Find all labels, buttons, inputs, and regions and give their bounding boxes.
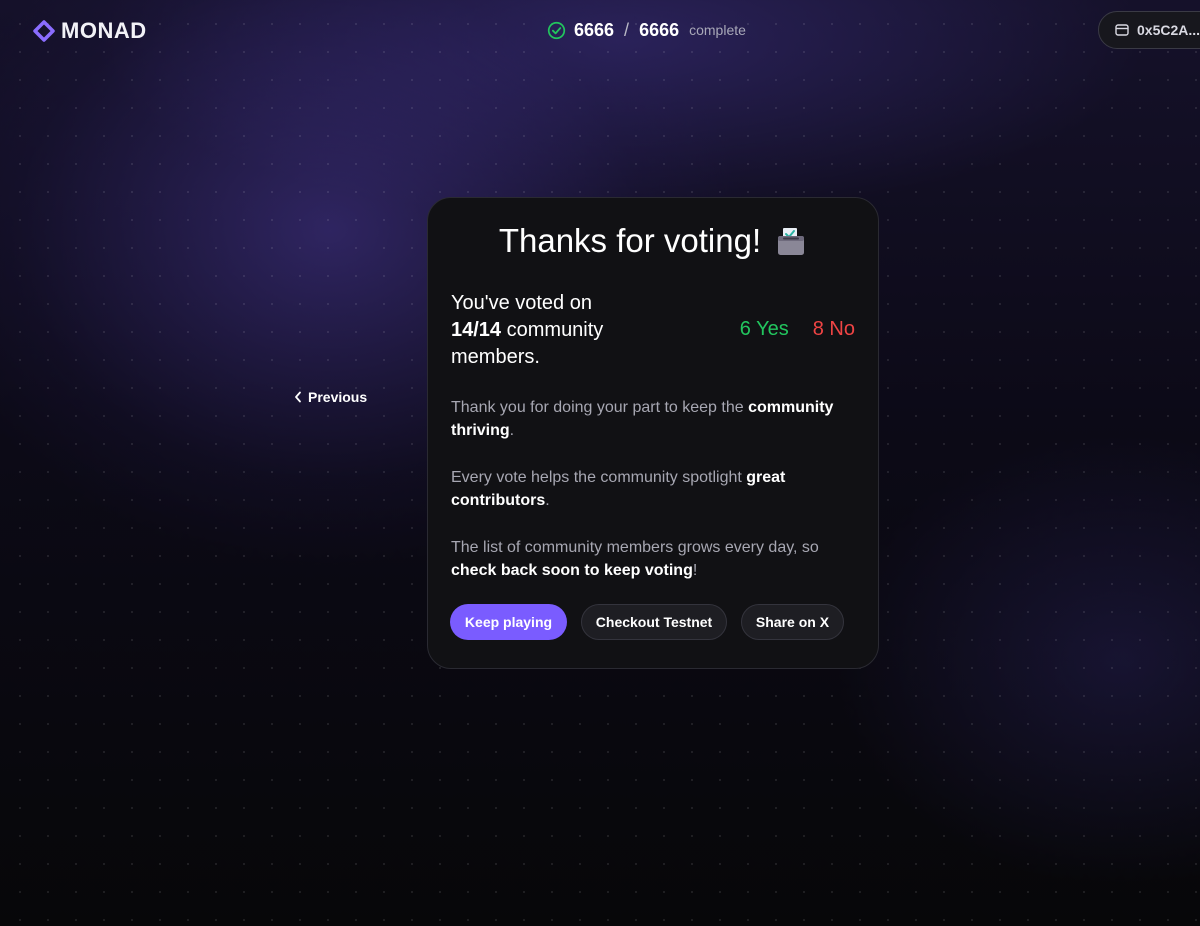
voted-prefix: You've voted on <box>451 292 592 314</box>
previous-label: Previous <box>308 389 368 405</box>
p2-end: . <box>545 492 550 509</box>
voted-count: 14/14 <box>451 319 502 341</box>
p3-bold: check back soon to keep voting <box>451 562 693 579</box>
p1-text: Thank you for doing your part to keep th… <box>451 399 749 416</box>
check-circle-icon <box>547 21 566 39</box>
share-on-x-button[interactable]: Share on X <box>741 604 844 640</box>
thanks-paragraph: Thank you for doing your part to keep th… <box>451 396 861 442</box>
spotlight-paragraph: Every vote helps the community spotlight… <box>451 466 861 512</box>
chevron-left-icon <box>295 391 301 403</box>
p2-text: Every vote helps the community spotlight <box>451 469 747 486</box>
monad-logo-icon <box>33 20 55 42</box>
ballot-box-icon <box>778 228 805 255</box>
thanks-card: Thanks for voting! You've voted on 14/14… <box>427 197 879 669</box>
voted-summary: You've voted on 14/14 community members. <box>451 290 651 371</box>
progress-separator: / <box>624 19 630 40</box>
p3-text: The list of community members grows ever… <box>451 539 819 556</box>
check-back-paragraph: The list of community members grows ever… <box>451 536 861 582</box>
progress-indicator: 6666 / 6666 complete <box>547 19 746 41</box>
p1-end: . <box>509 422 515 439</box>
progress-label: complete <box>689 22 746 38</box>
card-title-row: Thanks for voting! <box>428 222 878 260</box>
previous-button[interactable]: Previous <box>294 389 367 405</box>
yes-count: 6 Yes <box>739 318 789 340</box>
checkout-testnet-button[interactable]: Checkout Testnet <box>581 604 727 640</box>
logo-text: MONAD <box>61 18 147 43</box>
wallet-address: 0x5C2A... <box>1137 22 1200 38</box>
p3-end: ! <box>692 562 698 579</box>
wallet-button[interactable]: 0x5C2A... <box>1098 11 1200 49</box>
keep-playing-button[interactable]: Keep playing <box>450 604 567 640</box>
progress-total: 6666 <box>639 19 680 40</box>
wallet-icon <box>1115 24 1129 36</box>
card-title: Thanks for voting! <box>498 222 762 259</box>
vote-tally: 6 Yes 8 No <box>740 318 855 341</box>
monad-logo[interactable]: MONAD <box>33 18 147 44</box>
progress-done: 6666 <box>574 19 615 40</box>
no-count: 8 No <box>812 318 855 340</box>
